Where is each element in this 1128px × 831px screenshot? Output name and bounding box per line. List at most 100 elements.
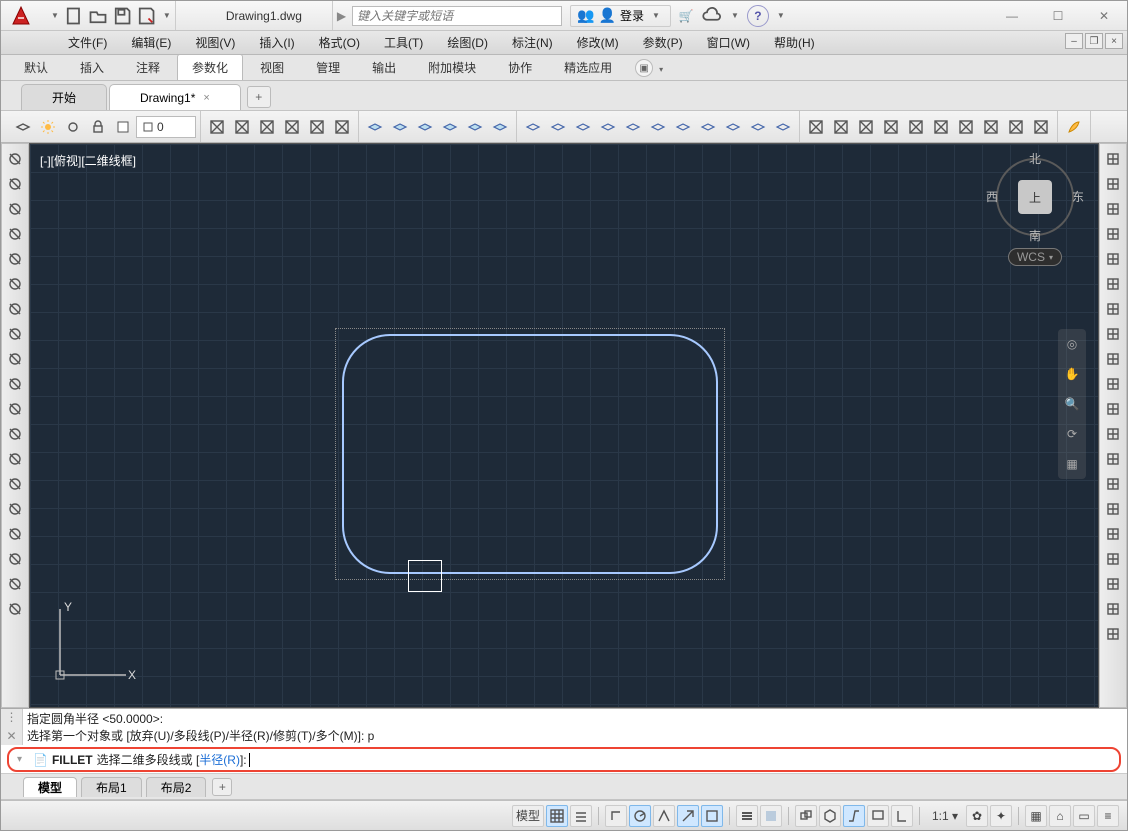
- sb-snap-icon[interactable]: [570, 805, 592, 827]
- left-rotate-icon[interactable]: [4, 323, 26, 345]
- viewcube-north[interactable]: 北: [990, 150, 1080, 167]
- left-spline-icon[interactable]: [4, 548, 26, 570]
- right-3dorbit-icon[interactable]: [1102, 273, 1124, 295]
- tb1-b-icon[interactable]: [230, 115, 254, 139]
- ribbon-tab[interactable]: 默认: [9, 54, 63, 80]
- layer-sun-icon[interactable]: [36, 115, 60, 139]
- ribbon-tab[interactable]: 插入: [65, 54, 119, 80]
- nav-wheel-icon[interactable]: ◎: [1061, 333, 1083, 355]
- ribbon-tab[interactable]: 注释: [121, 54, 175, 80]
- tb1-a-icon[interactable]: [205, 115, 229, 139]
- sb-dyn-icon[interactable]: [843, 805, 865, 827]
- menu-item[interactable]: 工具(T): [372, 31, 435, 54]
- right-sheet-icon[interactable]: [1102, 573, 1124, 595]
- layer-freeze-icon[interactable]: [61, 115, 85, 139]
- ribbon-tab[interactable]: 精选应用: [549, 54, 627, 80]
- menu-item[interactable]: 修改(M): [565, 31, 631, 54]
- layout-tab[interactable]: 布局1: [81, 777, 142, 797]
- sb-otrack-icon[interactable]: [701, 805, 723, 827]
- maximize-button[interactable]: ☐: [1035, 2, 1081, 30]
- sb-grid-icon[interactable]: [546, 805, 568, 827]
- layout-tab[interactable]: 布局2: [146, 777, 207, 797]
- sb-osnap-icon[interactable]: [677, 805, 699, 827]
- right-render-icon[interactable]: [1102, 323, 1124, 345]
- file-tab[interactable]: 开始: [21, 84, 107, 110]
- right-steer-icon[interactable]: [1102, 223, 1124, 245]
- layer-selector[interactable]: 0: [136, 116, 196, 138]
- tb3-b-icon[interactable]: [546, 115, 570, 139]
- ribbon-tab[interactable]: 输出: [357, 54, 411, 80]
- tb1-d-icon[interactable]: [280, 115, 304, 139]
- tb2-e-icon[interactable]: [463, 115, 487, 139]
- command-input[interactable]: ▾ 📄 FILLET 选择二维多段线或 [ 半径(R) ]:: [7, 747, 1121, 772]
- tb4-a-icon[interactable]: [804, 115, 828, 139]
- ribbon-tab[interactable]: 参数化: [177, 54, 243, 80]
- title-search-arrow-icon[interactable]: ▶: [337, 9, 346, 23]
- ribbon-tab[interactable]: 附加模块: [413, 54, 491, 80]
- menu-item[interactable]: 参数(P): [631, 31, 695, 54]
- right-orbit-icon[interactable]: [1102, 173, 1124, 195]
- tb4-j-icon[interactable]: [1029, 115, 1053, 139]
- app-logo[interactable]: [1, 2, 41, 30]
- sb-cycle-icon[interactable]: [795, 805, 817, 827]
- tb4-f-icon[interactable]: [929, 115, 953, 139]
- menu-item[interactable]: 编辑(E): [119, 31, 183, 54]
- sb-lwt-icon[interactable]: [736, 805, 758, 827]
- sb-qp-icon[interactable]: [867, 805, 889, 827]
- right-camera-icon[interactable]: [1102, 448, 1124, 470]
- sb-ws-icon[interactable]: ▦: [1025, 805, 1047, 827]
- sb-custom-icon[interactable]: ≡: [1097, 805, 1119, 827]
- right-lock-icon[interactable]: [1102, 523, 1124, 545]
- right-nav-icon[interactable]: [1102, 298, 1124, 320]
- tb2-f-icon[interactable]: [488, 115, 512, 139]
- command-option-link[interactable]: 半径(R): [199, 751, 240, 768]
- left-move-icon[interactable]: [4, 298, 26, 320]
- viewport-label[interactable]: [-][俯视][二维线框]: [40, 152, 136, 169]
- right-light-icon[interactable]: [1102, 423, 1124, 445]
- help-icon[interactable]: ?: [747, 5, 769, 27]
- search-box[interactable]: [352, 6, 562, 26]
- viewcube-south[interactable]: 南: [990, 227, 1080, 244]
- layout-tab[interactable]: 模型: [23, 777, 77, 797]
- sb-iso-icon[interactable]: [653, 805, 675, 827]
- sb-anno-icon[interactable]: ✦: [990, 805, 1012, 827]
- sb-clean-icon[interactable]: ▭: [1073, 805, 1095, 827]
- app-menu-arrow-icon[interactable]: ▼: [47, 11, 63, 20]
- tb1-c-icon[interactable]: [255, 115, 279, 139]
- tb3-f-icon[interactable]: [646, 115, 670, 139]
- mdi-minimize-button[interactable]: –: [1065, 33, 1083, 49]
- layout-add-button[interactable]: +: [212, 778, 232, 796]
- menu-item[interactable]: 窗口(W): [695, 31, 762, 54]
- menu-item[interactable]: 绘图(D): [435, 31, 500, 54]
- nav-orbit-icon[interactable]: ⟳: [1061, 423, 1083, 445]
- left-arc-icon[interactable]: [4, 198, 26, 220]
- tb2-b-icon[interactable]: [388, 115, 412, 139]
- right-panel-icon[interactable]: [1102, 148, 1124, 170]
- tb4-b-icon[interactable]: [829, 115, 853, 139]
- sb-model-button[interactable]: 模型: [512, 805, 544, 827]
- left-trim-icon[interactable]: [4, 423, 26, 445]
- tb3-g-icon[interactable]: [671, 115, 695, 139]
- cloud-arrow-icon[interactable]: ▼: [727, 11, 743, 20]
- left-array-icon[interactable]: [4, 273, 26, 295]
- tb4-g-icon[interactable]: [954, 115, 978, 139]
- ribbon-expand-button[interactable]: ▣: [635, 59, 653, 77]
- right-zoom-icon[interactable]: [1102, 248, 1124, 270]
- qat-new-icon[interactable]: [63, 5, 85, 27]
- file-tab-add-button[interactable]: +: [247, 86, 271, 108]
- menu-item[interactable]: 插入(I): [247, 31, 306, 54]
- right-mat-icon[interactable]: [1102, 473, 1124, 495]
- tb4-e-icon[interactable]: [904, 115, 928, 139]
- left-fillet-icon[interactable]: [4, 498, 26, 520]
- sb-monitor-icon[interactable]: ⌂: [1049, 805, 1071, 827]
- right-layout-icon[interactable]: [1102, 373, 1124, 395]
- tb4-d-icon[interactable]: [879, 115, 903, 139]
- sb-trans-icon[interactable]: [760, 805, 782, 827]
- left-offset-icon[interactable]: [4, 248, 26, 270]
- right-measure-icon[interactable]: [1102, 398, 1124, 420]
- ribbon-tab[interactable]: 管理: [301, 54, 355, 80]
- left-circle-icon[interactable]: [4, 173, 26, 195]
- file-tab[interactable]: Drawing1*×: [109, 84, 241, 110]
- tb3-c-icon[interactable]: [571, 115, 595, 139]
- layer-color-icon[interactable]: [111, 115, 135, 139]
